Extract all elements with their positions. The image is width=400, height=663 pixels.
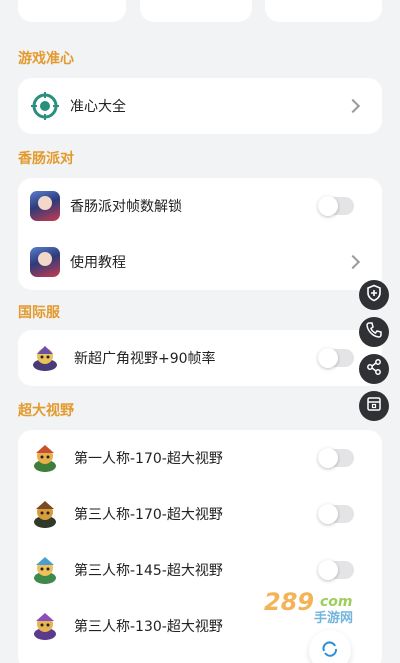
list-item-fps-unlock[interactable]: 香肠派对帧数解锁 — [18, 178, 382, 234]
list-item-label: 香肠派对帧数解锁 — [70, 199, 182, 215]
card-wide-view: 第一人称-170-超大视野 第三人称-170-超大视野 第三人称-145-超大视… — [18, 430, 382, 663]
card-sausage-party: 香肠派对帧数解锁 使用教程 — [18, 178, 382, 290]
game-avatar-icon — [30, 247, 60, 277]
list-item-crosshair-collection[interactable]: 准心大全 — [18, 78, 382, 134]
card-crosshair: 准心大全 — [18, 78, 382, 134]
top-card-stub-right — [265, 0, 382, 22]
section-title-wide-view: 超大视野 — [18, 403, 74, 419]
section-title-crosshair: 游戏准心 — [18, 51, 74, 67]
section-title-international: 国际服 — [18, 305, 60, 321]
shield-plus-button[interactable] — [359, 280, 389, 310]
refresh-icon — [320, 639, 340, 663]
chevron-right-icon — [345, 254, 361, 270]
svg-text:289: 289 — [264, 588, 314, 616]
character-icon — [30, 499, 60, 529]
list-item-wide-fov-90fps[interactable]: 新超广角视野+90帧率 — [18, 330, 382, 386]
wide-fov-90fps-toggle[interactable] — [318, 348, 354, 368]
store-button[interactable] — [359, 391, 389, 421]
list-item-label: 第三人称-170-超大视野 — [74, 507, 223, 523]
store-icon — [365, 395, 383, 417]
top-card-stub-left — [18, 0, 126, 22]
fps-unlock-toggle[interactable] — [318, 196, 354, 216]
site-watermark: 289 com 手游网 — [262, 586, 380, 626]
share-icon — [365, 358, 383, 380]
svg-text:手游网: 手游网 — [314, 610, 353, 626]
list-item-label: 第三人称-130-超大视野 — [74, 619, 223, 635]
character-icon — [30, 611, 60, 641]
list-item-label: 准心大全 — [70, 99, 126, 115]
svg-text:com: com — [320, 594, 353, 610]
list-item-label: 新超广角视野+90帧率 — [74, 351, 216, 367]
share-button[interactable] — [359, 354, 389, 384]
section-title-sausage-party: 香肠派对 — [18, 151, 74, 167]
chevron-right-icon — [345, 98, 361, 114]
fov-first-170-toggle[interactable] — [318, 448, 354, 468]
fov-third-145-toggle[interactable] — [318, 560, 354, 580]
toggle-knob — [318, 448, 338, 468]
character-icon — [30, 555, 60, 585]
list-item-label: 使用教程 — [70, 255, 126, 271]
list-item-fov-third-170[interactable]: 第三人称-170-超大视野 — [18, 486, 382, 542]
character-icon — [30, 343, 60, 373]
list-item-label: 第三人称-145-超大视野 — [74, 563, 223, 579]
phone-button[interactable] — [359, 317, 389, 347]
list-item-fov-first-170[interactable]: 第一人称-170-超大视野 — [18, 430, 382, 486]
fov-third-170-toggle[interactable] — [318, 504, 354, 524]
character-icon — [30, 443, 60, 473]
list-item-label: 第一人称-170-超大视野 — [74, 451, 223, 467]
shield-plus-icon — [365, 284, 383, 306]
phone-icon — [365, 321, 383, 343]
card-international: 新超广角视野+90帧率 — [18, 330, 382, 386]
toggle-knob — [318, 560, 338, 580]
toggle-knob — [318, 348, 338, 368]
toggle-knob — [318, 504, 338, 524]
list-item-tutorial[interactable]: 使用教程 — [18, 234, 382, 290]
top-card-stub-middle — [140, 0, 252, 22]
crosshair-icon — [30, 91, 60, 121]
toggle-knob — [318, 196, 338, 216]
game-avatar-icon — [30, 191, 60, 221]
